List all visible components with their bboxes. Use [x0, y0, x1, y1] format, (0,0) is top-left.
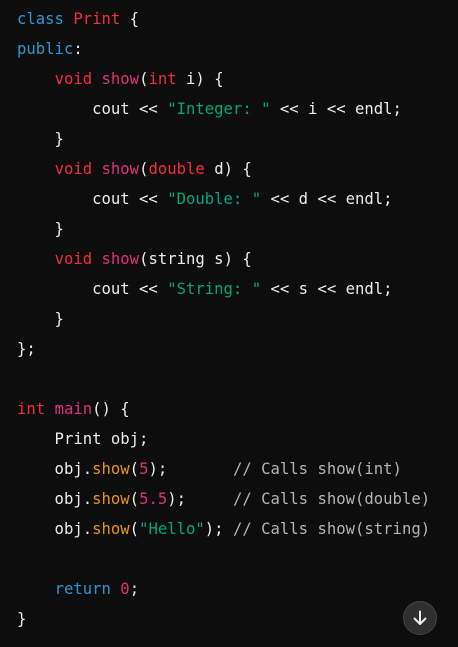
type-token: int [148, 70, 177, 88]
type-token: void [54, 70, 93, 88]
code-line: ​ [17, 544, 458, 574]
function-name-token: show [101, 250, 140, 268]
type-token: void [54, 250, 93, 268]
code-text: obj. [17, 460, 93, 478]
type-token: void [54, 160, 93, 178]
code-line: obj.show("Hello"); // Calls show(string) [17, 514, 458, 544]
method-call-token: show [92, 490, 130, 508]
code-line: cout << "Integer: " << i << endl; [17, 94, 458, 124]
code-line: return 0; [17, 574, 458, 604]
code-text: i) { [176, 70, 224, 88]
code-line: } [17, 214, 458, 244]
string-literal: "Hello" [139, 520, 205, 538]
code-text: } [17, 220, 64, 238]
code-text: obj. [17, 520, 93, 538]
code-text: }; [17, 340, 36, 358]
code-line: } [17, 124, 458, 154]
code-viewer: class Print {public: void show(int i) { … [0, 0, 458, 647]
code-text: ( [129, 460, 140, 478]
code-comment: // Calls show(string) [232, 520, 431, 538]
code-text: () { [92, 400, 130, 418]
code-text: cout << [17, 190, 168, 208]
code-text: ( [129, 490, 140, 508]
function-name-token: main [54, 400, 93, 418]
keyword-token: return [54, 580, 111, 598]
code-text: (string s) { [139, 250, 252, 268]
code-text: ); [204, 520, 233, 538]
code-line: ​ [17, 364, 458, 394]
function-name-token: show [101, 70, 140, 88]
code-comment: // Calls show(double) [232, 490, 431, 508]
code-text: << i << endl; [270, 100, 402, 118]
code-text: } [17, 610, 27, 628]
string-literal: "Integer: " [167, 100, 271, 118]
code-text: : [73, 40, 83, 58]
code-text: ); [167, 490, 233, 508]
code-line: int main() { [17, 394, 458, 424]
code-comment: // Calls show(int) [232, 460, 402, 478]
scroll-to-bottom-button[interactable] [403, 601, 437, 635]
code-text: ; [129, 580, 140, 598]
code-line: }; [17, 334, 458, 364]
code-text: << d << endl; [261, 190, 393, 208]
number-literal: 0 [120, 580, 130, 598]
code-line: void show(double d) { [17, 154, 458, 184]
code-block[interactable]: class Print {public: void show(int i) { … [0, 4, 458, 634]
code-text: ); [148, 460, 233, 478]
code-line: Print obj; [17, 424, 458, 454]
code-text: obj. [17, 490, 93, 508]
code-line: obj.show(5.5); // Calls show(double) [17, 484, 458, 514]
arrow-down-icon [411, 609, 429, 627]
function-name-token: show [101, 160, 140, 178]
code-text: Print obj; [17, 430, 149, 448]
code-line: void show(string s) { [17, 244, 458, 274]
method-call-token: show [92, 460, 130, 478]
code-text: << s << endl; [261, 280, 393, 298]
string-literal: "Double: " [167, 190, 262, 208]
code-line: class Print { [17, 4, 458, 34]
keyword-token: class [17, 10, 74, 28]
code-line: cout << "Double: " << d << endl; [17, 184, 458, 214]
code-line: void show(int i) { [17, 64, 458, 94]
code-text: cout << [17, 280, 168, 298]
code-text: } [17, 130, 64, 148]
code-text: } [17, 310, 64, 328]
code-line: public: [17, 34, 458, 64]
type-token: double [148, 160, 205, 178]
type-token: int [17, 400, 46, 418]
code-line: cout << "String: " << s << endl; [17, 274, 458, 304]
code-line: obj.show(5); // Calls show(int) [17, 454, 458, 484]
code-text: ( [129, 520, 140, 538]
keyword-token: public [17, 40, 74, 58]
code-line: } [17, 304, 458, 334]
code-line: } [17, 604, 458, 634]
string-literal: "String: " [167, 280, 262, 298]
type-token: Print [73, 10, 121, 28]
method-call-token: show [92, 520, 130, 538]
number-literal: 5.5 [139, 490, 168, 508]
code-text: cout << [17, 100, 168, 118]
code-text: d) { [204, 160, 252, 178]
code-text: { [120, 10, 140, 28]
